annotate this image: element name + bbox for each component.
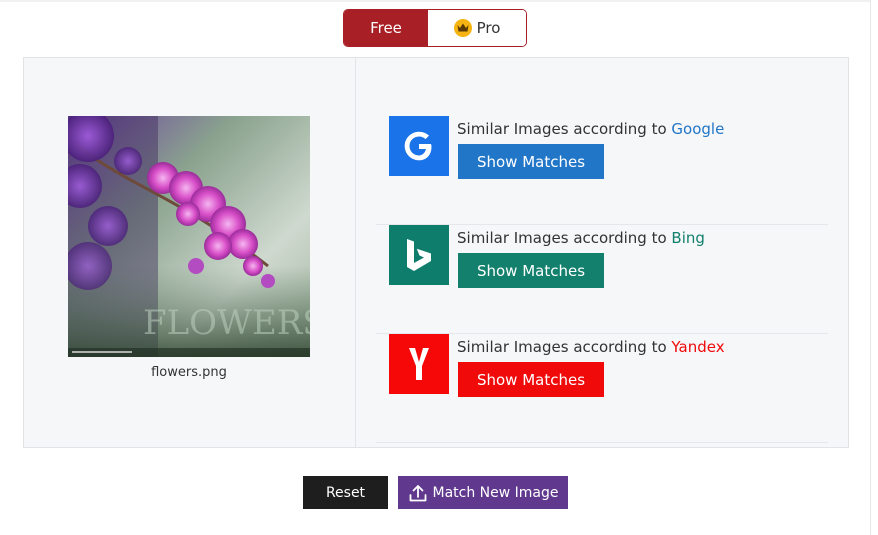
image-filename: flowers.png	[151, 365, 227, 380]
engine-row-bing: Similar Images according to Bing Show Ma…	[376, 225, 828, 334]
panel-divider	[355, 58, 356, 447]
engine-row-yandex: Similar Images according to Yandex Show …	[376, 334, 828, 443]
engine-caption-prefix: Similar Images according to	[457, 229, 672, 247]
engine-name-google: Google	[671, 120, 725, 138]
bing-show-matches-button[interactable]: Show Matches	[458, 253, 604, 288]
engine-name-yandex: Yandex	[671, 338, 725, 356]
preview-watermark: FLOWERS	[143, 303, 310, 343]
engine-caption-bing: Similar Images according to Bing	[457, 229, 705, 247]
yandex-icon	[389, 334, 449, 394]
engine-caption-google: Similar Images according to Google	[457, 120, 724, 138]
right-border	[870, 0, 871, 535]
match-new-image-label: Match New Image	[432, 484, 559, 501]
bing-icon	[389, 225, 449, 285]
google-icon	[389, 116, 449, 176]
pro-tab-label: Pro	[476, 19, 501, 37]
engine-caption-yandex: Similar Images according to Yandex	[457, 338, 725, 356]
engine-caption-prefix: Similar Images according to	[457, 338, 672, 356]
reset-button[interactable]: Reset	[303, 476, 388, 509]
upload-icon	[409, 484, 426, 501]
plan-toggle: Free Pro	[343, 9, 527, 47]
results-panel: FLOWERS flowers.png Similar Images accor…	[23, 57, 849, 448]
google-show-matches-button[interactable]: Show Matches	[458, 144, 604, 179]
free-tab[interactable]: Free	[344, 10, 428, 46]
engine-name-bing: Bing	[671, 229, 705, 247]
crown-icon	[453, 19, 472, 37]
uploaded-image-preview: FLOWERS	[68, 116, 310, 357]
top-border	[0, 0, 870, 2]
pro-tab[interactable]: Pro	[428, 10, 526, 46]
row-separator	[376, 442, 828, 443]
free-tab-label: Free	[370, 19, 402, 37]
yandex-show-matches-button[interactable]: Show Matches	[458, 362, 604, 397]
engine-caption-prefix: Similar Images according to	[457, 120, 672, 138]
engine-row-google: Similar Images according to Google Show …	[376, 116, 828, 225]
match-new-image-button[interactable]: Match New Image	[398, 476, 568, 509]
